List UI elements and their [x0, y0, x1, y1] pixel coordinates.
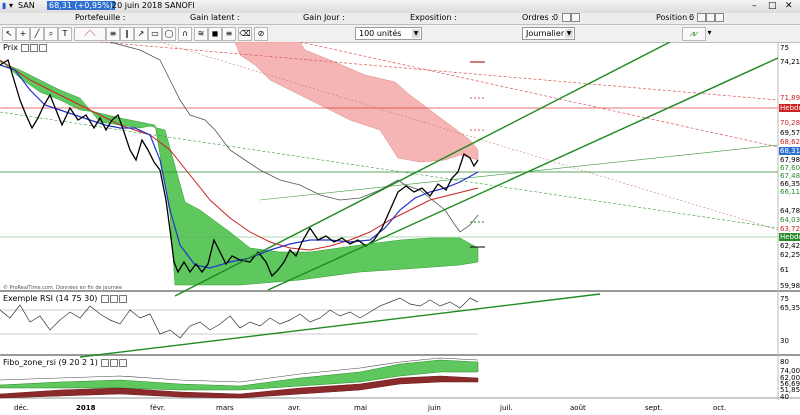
price-tick: 74,217 — [780, 58, 800, 66]
price-panel-label: Prix — [3, 43, 18, 52]
rsi-tick: 65,352 — [780, 304, 800, 312]
width-icon[interactable]: ≡ — [222, 27, 236, 41]
month-label: 2018 — [76, 404, 96, 412]
price-tick: 68,627 — [780, 138, 800, 146]
price-tick: 62,250 — [780, 251, 800, 259]
close-icon[interactable] — [39, 43, 48, 52]
price-tick: 59,989 — [780, 282, 800, 290]
month-label: févr. — [150, 404, 166, 412]
stats-bar: Portefeuille : Gain latent : Gain Jour :… — [0, 13, 800, 25]
hebdo-tag-green: Hebdo — [779, 233, 800, 241]
gain-jour-label: Gain Jour : — [303, 13, 345, 22]
period-select[interactable]: Journalier ▼ — [522, 27, 575, 40]
text-tool-icon[interactable]: T — [58, 27, 72, 41]
rsi-panel-title: Exemple RSI (14 75 30) — [3, 294, 127, 303]
chevron-down-icon: ▼ — [565, 29, 573, 38]
chevron-down-icon: ▼ — [412, 29, 420, 38]
position-count: 0 — [689, 13, 695, 22]
channel-icon[interactable]: ∥ — [120, 27, 134, 41]
eraser-icon[interactable]: ⌫ — [238, 27, 252, 41]
hebdo-tag-red: Hebdo — [779, 104, 800, 112]
rsi-panel-label: Exemple RSI (14 75 30) — [3, 294, 98, 303]
month-label: mai — [354, 404, 368, 412]
drawing-tools-icon[interactable]: ⟋⟍ — [74, 27, 106, 41]
price-tick: 70,287 — [780, 119, 800, 127]
price-tick: 69,570 — [780, 129, 800, 137]
delete-icon[interactable]: ⊘ — [254, 27, 268, 41]
title-bar: ▮ ▾ SAN 68,31 (+0,95%) 20 juin 2018 SANO… — [0, 0, 800, 14]
month-label: juin — [428, 404, 441, 412]
gain-latent-label: Gain latent : — [190, 13, 240, 22]
style-icon[interactable]: ≋ — [194, 27, 208, 41]
app-icon: ▮ — [2, 1, 7, 10]
rsi-tick: 30 — [780, 337, 789, 345]
position-label: Position : — [656, 13, 693, 22]
month-label: déc. — [14, 404, 29, 412]
price-panel-title: Prix — [3, 43, 48, 52]
quantity-select[interactable]: 100 unités ▼ — [355, 27, 422, 40]
dropdown-arrow-icon[interactable]: ▾ — [9, 1, 13, 10]
window-icon[interactable] — [110, 358, 119, 367]
window-icon[interactable] — [109, 294, 118, 303]
rsi-tick: 75 — [780, 295, 789, 303]
price-tick: 64,033 — [780, 216, 800, 224]
fibo-panel-label: Fibo_zone_rsi (9 20 2 1) — [3, 358, 98, 367]
color-icon[interactable]: ◼ — [208, 27, 222, 41]
date-name-label: 20 juin 2018 SANOFI — [112, 1, 195, 10]
symbol-label[interactable]: SAN — [18, 1, 35, 10]
price-tick: 62,427 — [780, 242, 800, 250]
arrow-tool-icon[interactable]: ↗ — [134, 27, 148, 41]
settings-icon[interactable] — [21, 43, 30, 52]
price-tick: 61 — [780, 266, 789, 274]
settings-icon[interactable] — [100, 294, 109, 303]
settings-icon[interactable] — [101, 358, 110, 367]
close-icon[interactable]: ✕ — [785, 1, 793, 11]
fibonacci-icon[interactable]: ≡ — [106, 27, 120, 41]
month-label: oct. — [713, 404, 727, 412]
fibo-panel-title: Fibo_zone_rsi (9 20 2 1) — [3, 358, 128, 367]
cursor-icon[interactable]: ↖ — [2, 27, 16, 41]
exposition-label: Exposition : — [410, 13, 457, 22]
ordres-buttons[interactable] — [562, 13, 580, 22]
fibo-tick: 40 — [780, 393, 789, 401]
minimize-icon[interactable]: – — [752, 1, 757, 11]
watermark: © ProRealTime.com. Données en fin de jou… — [3, 285, 123, 291]
price-tick: 71,895 — [780, 94, 800, 102]
price-tick: 67,60 — [780, 164, 800, 172]
price-tick: 63,727 — [780, 225, 800, 233]
month-label: juil. — [500, 404, 513, 412]
price-tick: 67,983 — [780, 156, 800, 164]
price-tick: 66,357 — [780, 180, 800, 188]
close-icon[interactable] — [119, 358, 128, 367]
price-tick: 64,780 — [780, 207, 800, 215]
zoom-icon[interactable]: ⌕ — [44, 27, 58, 41]
price-change: 68,31 (+0,95%) — [47, 1, 115, 10]
price-tick: 75 — [780, 44, 789, 52]
month-label: mars — [216, 404, 234, 412]
toolbar: ↖ + ╱ ⌕ T ⟋⟍ ≡ ∥ ↗ ▭ ◯ ∩ ≋ ◼ ≡ ⌫ ⊘ 100 u… — [0, 25, 800, 43]
rectangle-icon[interactable]: ▭ — [148, 27, 162, 41]
fibo-tick: 80 — [780, 358, 789, 366]
ordres-label: Ordres : — [522, 13, 554, 22]
close-icon[interactable] — [118, 294, 127, 303]
chart-type-icon[interactable]: ⩘⩗ — [682, 27, 706, 41]
position-buttons[interactable] — [697, 13, 724, 22]
chevron-down-icon[interactable]: ▾ — [706, 27, 713, 39]
ellipse-icon[interactable]: ◯ — [162, 27, 176, 41]
line-tool-icon[interactable]: ╱ — [30, 27, 44, 41]
month-label: sept. — [645, 404, 663, 412]
current-price-tag: 68,31 — [779, 147, 800, 155]
ordres-count: 0 — [553, 13, 559, 22]
portefeuille-label: Portefeuille : — [75, 13, 126, 22]
price-tick: 67,483 — [780, 172, 800, 180]
window-icon[interactable] — [30, 43, 39, 52]
month-label: août — [570, 404, 586, 412]
month-label: avr. — [288, 404, 301, 412]
crosshair-icon[interactable]: + — [16, 27, 30, 41]
price-tick: 66,112 — [780, 188, 800, 196]
magnet-icon[interactable]: ∩ — [178, 27, 192, 41]
maximize-icon[interactable]: □ — [768, 1, 777, 11]
